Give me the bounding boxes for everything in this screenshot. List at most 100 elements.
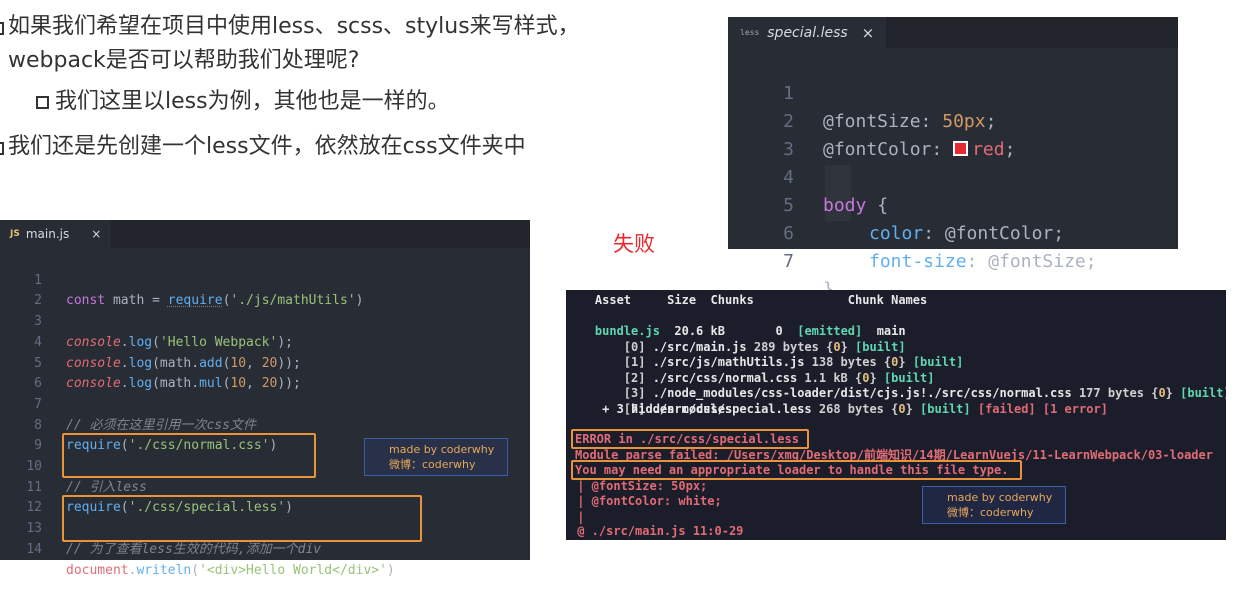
code-line: 2 @fontColor: red; [728, 80, 1015, 160]
code-line: 14 document.writeln('<div>Hello World</d… [0, 519, 394, 578]
square-bullet-icon [36, 95, 49, 109]
mod-failed: [failed] [1 error] [970, 401, 1108, 416]
terminal-module-line: [2] ./src/css/normal.css 1.1 kB {0} [bui… [566, 355, 935, 385]
code-token: )); [277, 355, 301, 371]
code-token: require [167, 293, 223, 309]
code-token: './js/mathUtils' [230, 293, 356, 309]
code-token: @fontColor [944, 223, 1054, 244]
code-line: 13 // 为了查看less生效的代码,添加一个div [0, 498, 321, 557]
close-icon[interactable]: × [862, 24, 875, 42]
tab-label: special.less [767, 24, 848, 41]
code-token: const [66, 293, 106, 309]
bullet-3-text: 我们还是先创建一个less文件，依然放在css文件夹中 [8, 134, 526, 159]
code-line: 6 font-size: @fontSize; [728, 192, 1096, 272]
js-file-icon: JS [10, 229, 20, 239]
code-token: writeln [136, 562, 192, 578]
code-line: 8 require('./css/normal.css') [0, 395, 277, 454]
bullet-3: 我们还是先创建一个less文件，依然放在css文件夹中 [0, 130, 526, 164]
code-line: 3 console.log('Hello Webpack'); [0, 291, 293, 350]
code-token: 50px [942, 111, 986, 132]
tab-special-less[interactable]: less special.less × [728, 17, 887, 48]
terminal-snippet-1: | @fontSize: 50px; [570, 478, 708, 493]
js-editor-panel: JS main.js × 1 const math = require('./j… [0, 220, 530, 578]
code-token: color [869, 223, 924, 244]
terminal-snippet-2: | @fontColor: white; [570, 494, 722, 508]
js-tab-bar: JS main.js × [0, 220, 530, 248]
terminal-output: Asset Size Chunks Chunk Names bundle.js … [566, 290, 1226, 540]
code-token: . [120, 355, 129, 371]
watermark-line-2: 微博：coderwhy [389, 458, 476, 471]
bullet-2: 我们这里以less为例，其他也是一样的。 [36, 85, 450, 119]
mod-status: [built] [920, 401, 971, 416]
terminal-header: Asset Size Chunks Chunk Names [566, 293, 928, 307]
mod-chunk: 0 [1158, 386, 1166, 400]
mod-status: [built] [1180, 386, 1226, 400]
code-token: red [972, 139, 1005, 160]
tab-main-js[interactable]: JS main.js × [0, 220, 112, 248]
fail-label: 失败 [613, 232, 655, 256]
terminal-module-line: [0] ./src/main.js 289 bytes {0} [built] [566, 324, 906, 354]
code-token: 10 [230, 376, 247, 392]
code-token: document [66, 562, 129, 578]
code-line: 7 } [728, 220, 834, 300]
code-line: 4 console.log(math.add(10, 20)); [0, 312, 301, 371]
line-number: 14 [26, 541, 42, 557]
bullet-2-text: 我们这里以less为例，其他也是一样的。 [55, 89, 450, 114]
code-token: ( [152, 334, 160, 350]
tab-label: main.js [25, 227, 70, 241]
code-token: log [128, 376, 153, 392]
highlight-box-error-title [571, 429, 809, 449]
code-token: body [823, 195, 867, 216]
code-token: . [128, 562, 137, 578]
mod-chunk: 0 [898, 401, 906, 416]
watermark: made by coderwhy 微博：coderwhy [922, 486, 1066, 524]
code-comment: // 引入less [66, 479, 147, 495]
mod-close: } [1165, 386, 1181, 400]
code-token: )); [277, 376, 301, 392]
code-line: 2 [0, 271, 42, 308]
code-token: 10 [230, 355, 247, 371]
mod-close: } [905, 401, 921, 416]
line-number: 1 [783, 83, 794, 104]
less-editor-panel: less special.less × 1 @fontSize: 50px; 2… [728, 17, 1178, 300]
code-comment: // 必须在这里引用一次css文件 [66, 417, 256, 433]
code-line: 12 [0, 478, 42, 515]
code-token: , [246, 376, 262, 392]
code-comment: // 为了查看less生效的代码,添加一个div [66, 541, 322, 557]
code-line: 7 // 必须在这里引用一次css文件 [0, 374, 256, 433]
code-token: (math. [152, 355, 200, 371]
code-token: . [120, 376, 129, 392]
code-token: math = [105, 293, 168, 309]
code-token: ( [191, 562, 200, 578]
code-token: mul [199, 376, 223, 392]
bullet-marker [0, 22, 4, 35]
code-token: ; [985, 111, 997, 132]
code-token: : [966, 251, 989, 272]
code-token: , [246, 355, 262, 371]
line-number: 3 [783, 139, 794, 160]
code-line: 10 // 引入less [0, 436, 146, 495]
code-token: ; [1085, 251, 1097, 272]
bullet-marker [0, 142, 4, 155]
line-number: 2 [783, 111, 794, 132]
line-number: 7 [783, 251, 794, 272]
terminal-module-line: [3] ./node_modules/css-loader/dist/cjs.j… [566, 371, 1226, 400]
close-icon[interactable]: × [91, 227, 101, 241]
code-token: '<div>Hello World</div>' [199, 562, 387, 578]
code-token: font-size [869, 251, 967, 272]
code-token: console [66, 355, 121, 371]
highlight-box-writeln [62, 495, 422, 542]
code-token: ; [1004, 139, 1016, 160]
bullet-1-line-1: 如果我们希望在项目中使用less、scss、stylus来写样式， [8, 14, 580, 39]
terminal-module-line: [1] ./src/js/mathUtils.js 138 bytes {0} … [566, 340, 964, 369]
mod-size: 268 bytes { [811, 401, 899, 416]
code-token: { [866, 195, 889, 216]
watermark: made by coderwhy 微博：coderwhy [364, 438, 508, 476]
color-swatch-icon [953, 141, 969, 156]
line-number: 5 [783, 195, 794, 216]
less-tab-bar: less special.less × [728, 17, 1178, 48]
code-token: @fontSize [823, 111, 921, 132]
code-token: console [66, 376, 121, 392]
code-token: log [128, 355, 153, 371]
terminal-at-line: @ ./src/main.js 11:0-29 [570, 524, 744, 538]
